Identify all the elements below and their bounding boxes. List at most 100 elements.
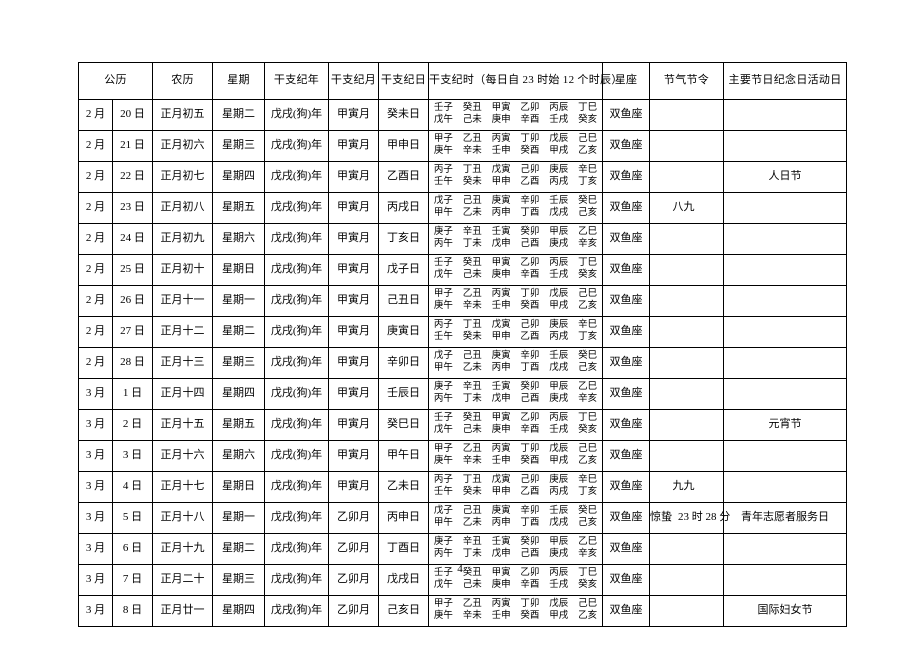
cell-solar-term: 九九 [649,471,725,503]
table-row: 3 月8 日正月廿一 星期四 戊戌(狗)年 乙卯月 己亥日 甲子 乙丑 丙寅 丁卯 戊辰 己巳 庚午辛… [78,595,848,627]
table-row: 3 月1 日正月十四 星期四 戊戌(狗)年 甲寅月 壬辰日 庚子 辛丑 壬寅 癸卯 甲辰 乙巳 丙午丁… [78,378,848,410]
ganzhi-hour-item: 壬午 [433,487,453,497]
cell-ganzhi-year: 戊戌(狗)年 [264,192,330,224]
cell-zodiac: 双鱼座 [602,192,651,224]
ganzhi-hour-item: 丁丑 [462,320,482,331]
cell-solar-month: 2 月 [78,347,113,379]
cell-ganzhi-year: 戊戌(狗)年 [264,254,330,286]
cell-ganzhi-hours: 甲子 乙丑 丙寅 丁卯 戊辰 己巳 庚午 辛未 壬申 癸酉 甲戌 乙亥 [428,130,604,162]
cell-solar-day: 8 日 [111,595,154,627]
cell-ganzhi-month: 乙卯月 [328,533,380,565]
cell-ganzhi-month: 乙卯月 [328,502,380,534]
cell-solar-day: 1 日 [111,378,154,410]
cell-solar-term [649,223,725,255]
cell-weekday: 星期四 [212,161,266,193]
ganzhi-hour-item: 癸亥 [578,115,598,125]
table-row: 2 月 26 日正月十一 星期一 戊戌(狗)年 甲寅月 己丑日 甲子 乙丑 丙寅 丁卯 戊辰 己巳 庚午… [78,285,848,317]
ganzhi-hour-item: 丙辰 [549,413,569,424]
cell-ganzhi-day: 戊子日 [378,254,430,286]
cell-solar-term [649,130,725,162]
cell-weekday: 星期三 [212,347,266,379]
cell-solar-month: 3 月 [78,409,113,441]
cell-solar-month: 2 月 [78,192,113,224]
cell-ganzhi-day: 丙戌日 [378,192,430,224]
cell-weekday: 星期六 [212,223,266,255]
cell-ganzhi-day: 壬辰日 [378,378,430,410]
cell-ganzhi-month: 甲寅月 [328,378,380,410]
ganzhi-hour-item: 壬申 [491,301,511,311]
ganzhi-hour-item: 丙子 [433,165,453,176]
cell-ganzhi-day: 癸未日 [378,99,430,131]
ganzhi-hour-item: 乙卯 [520,103,540,114]
ganzhi-hour-item: 辛巳 [578,320,598,331]
cell-solar-term: 八九 [649,192,725,224]
ganzhi-hour-item: 丙申 [491,518,511,528]
ganzhi-hour-item: 己未 [462,580,482,590]
ganzhi-hour-item: 甲申 [491,487,511,497]
cell-solar-term [649,254,725,286]
cell-solar-day: 23 日 [111,192,154,224]
cell-zodiac: 双鱼座 [602,285,651,317]
ganzhi-hour-item: 己巳 [578,289,598,300]
ganzhi-hour-item: 己酉 [520,239,540,249]
cell-weekday: 星期四 [212,378,266,410]
cell-ganzhi-year: 戊戌(狗)年 [264,409,330,441]
cell-solar-day: 2 日 [111,409,154,441]
ganzhi-hour-item: 庚寅 [491,351,511,362]
cell-zodiac: 双鱼座 [602,440,651,472]
table-header: 公历 农历 星期 干支纪年 干支纪月 干支纪日 干支纪时（每日自 23 时始 1… [77,62,848,100]
ganzhi-hour-item: 癸巳 [578,351,598,362]
cell-ganzhi-year: 戊戌(狗)年 [264,285,330,317]
calendar-table-container: 公历 农历 星期 干支纪年 干支纪月 干支纪日 干支纪时（每日自 23 时始 1… [77,62,848,627]
cell-ganzhi-year: 戊戌(狗)年 [264,533,330,565]
table-row: 3 月6 日正月十九 星期二 戊戌(狗)年 乙卯月 丁酉日 庚子 辛丑 壬寅 癸卯 甲辰 乙巳 丙午丁… [78,533,848,565]
ganzhi-hour-item: 壬寅 [491,227,511,238]
ganzhi-hour-item: 丙辰 [549,258,569,269]
cell-ganzhi-hours: 甲子 乙丑 丙寅 丁卯 戊辰 己巳 庚午 辛未 壬申 癸酉 甲戌 乙亥 [428,595,604,627]
header-solar-term: 节气节令 [649,62,725,100]
cell-ganzhi-day: 癸巳日 [378,409,430,441]
ganzhi-hour-item: 丙戌 [549,177,569,187]
cell-ganzhi-month: 甲寅月 [328,316,380,348]
solar-term-name: 九九 [672,480,695,493]
ganzhi-hour-item: 己丑 [462,196,482,207]
header-ganzhi-day: 干支纪日 [378,62,430,100]
ganzhi-hour-item: 戊辰 [549,444,569,455]
ganzhi-hour-item: 戊申 [491,394,511,404]
ganzhi-hour-item: 丁丑 [462,475,482,486]
ganzhi-hour-item: 甲戌 [549,456,569,466]
ganzhi-hour-item: 乙卯 [520,413,540,424]
ganzhi-hour-item: 甲子 [433,444,453,455]
ganzhi-hour-item: 庚申 [491,425,511,435]
cell-weekday: 星期二 [212,316,266,348]
solar-term-time: 23 时 28 分 [678,511,731,524]
ganzhi-hour-item: 甲子 [433,289,453,300]
ganzhi-hour-item: 壬辰 [549,351,569,362]
cell-festival [723,99,848,131]
ganzhi-hour-item: 甲戌 [549,611,569,621]
cell-ganzhi-hours: 庚子 辛丑 壬寅 癸卯 甲辰 乙巳 丙午 丁未 戊申 己酉 庚戌 辛亥 [428,378,604,410]
ganzhi-hour-item: 己卯 [520,475,540,486]
ganzhi-hour-item: 壬戌 [549,425,569,435]
cell-zodiac: 双鱼座 [602,409,651,441]
cell-ganzhi-hours: 丙子 丁丑 戊寅 己卯 庚辰 辛巳 壬午 癸未 甲申 乙酉 丙戌 丁亥 [428,471,604,503]
ganzhi-hour-item: 丙子 [433,320,453,331]
ganzhi-hour-item: 乙巳 [578,382,598,393]
ganzhi-hour-item: 庚子 [433,382,453,393]
ganzhi-hour-item: 甲辰 [549,382,569,393]
ganzhi-hour-item: 甲午 [433,518,453,528]
cell-solar-day: 4 日 [111,471,154,503]
ganzhi-hour-item: 癸巳 [578,506,598,517]
ganzhi-hour-item: 丁未 [462,549,482,559]
ganzhi-hour-item: 丁卯 [520,134,540,145]
ganzhi-hour-item: 辛丑 [462,382,482,393]
cell-ganzhi-day: 甲申日 [378,130,430,162]
cell-solar-day: 3 日 [111,440,154,472]
ganzhi-hour-item: 丁卯 [520,444,540,455]
table-row: 2 月 25 日正月初十 星期日 戊戌(狗)年 甲寅月 戊子日 壬子 癸丑 甲寅 乙卯 丙辰 丁巳 戊午… [78,254,848,286]
header-solar-date: 公历 [77,62,154,100]
ganzhi-hour-item: 壬戌 [549,580,569,590]
ganzhi-hour-item: 甲戌 [549,301,569,311]
ganzhi-hour-item: 己巳 [578,444,598,455]
ganzhi-hour-item: 甲辰 [549,537,569,548]
